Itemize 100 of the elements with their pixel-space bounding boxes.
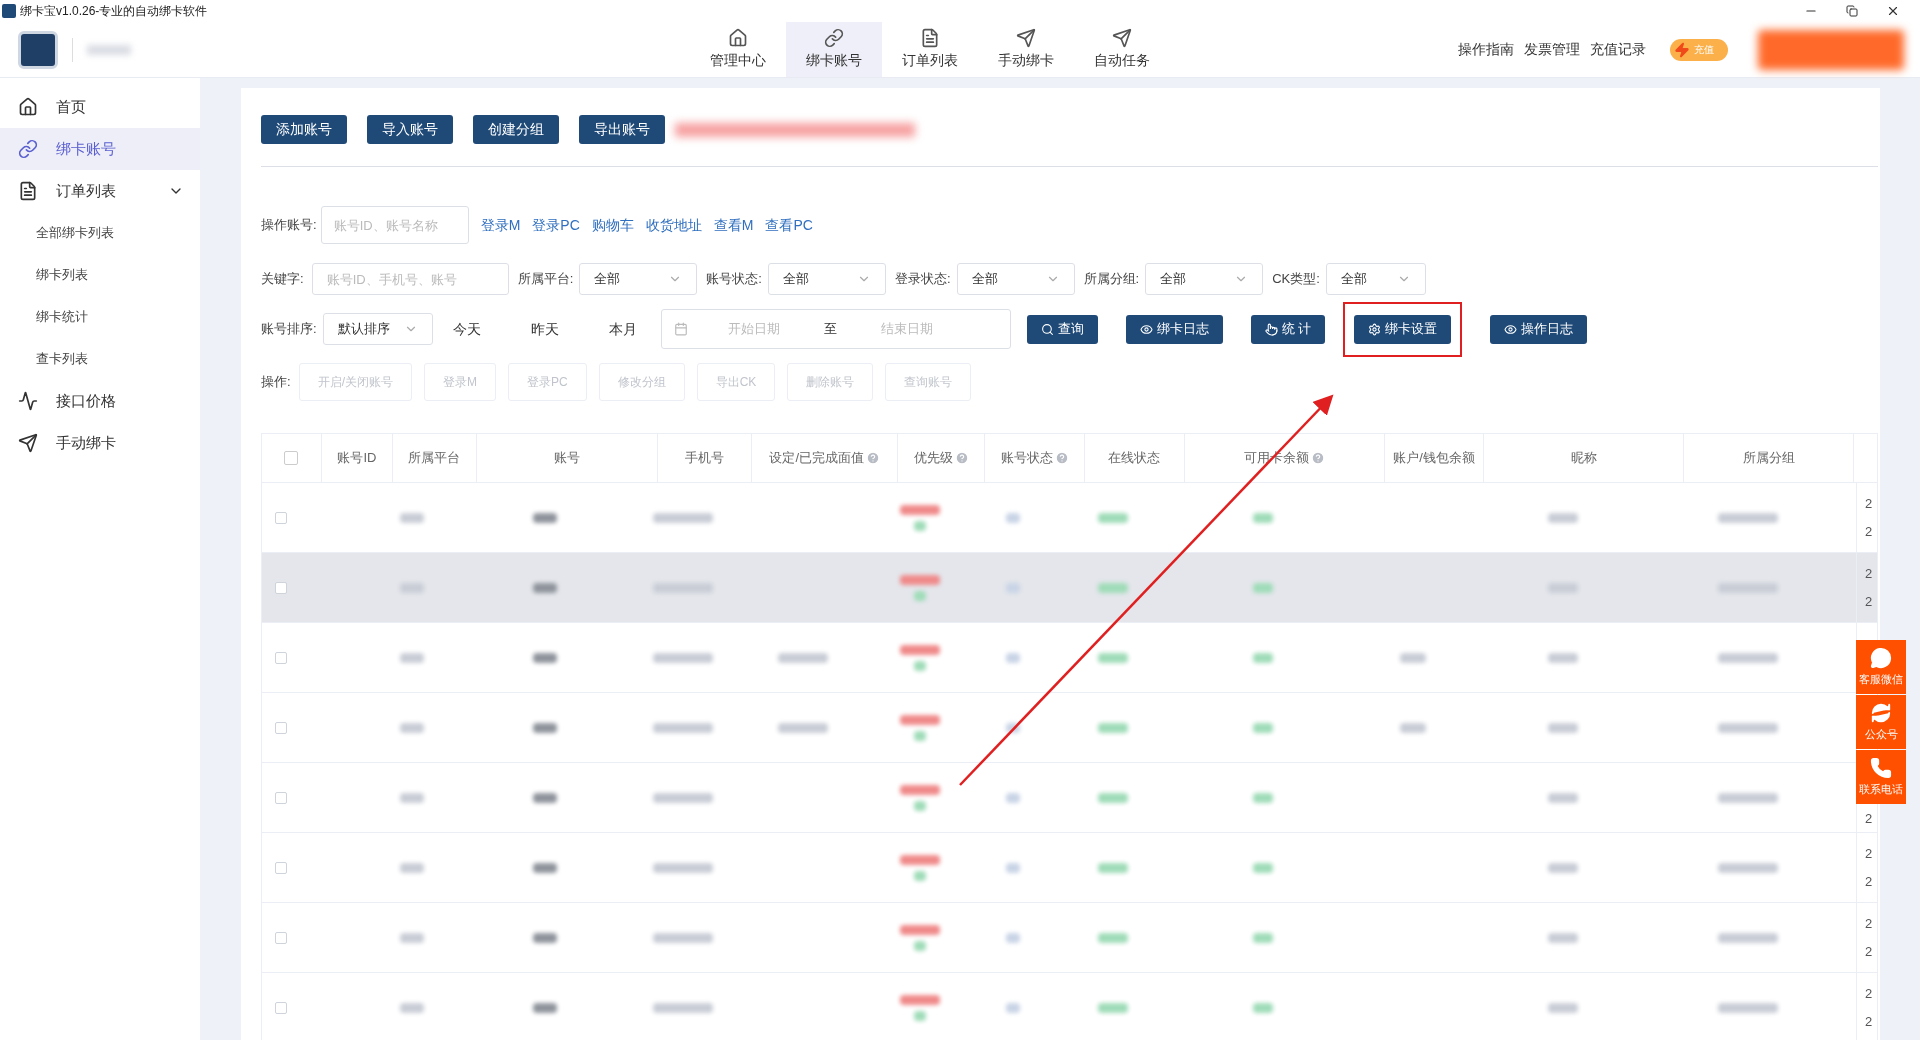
sidebar-item[interactable]: 首页 [0, 86, 200, 128]
nav-tab[interactable]: 手动绑卡 [978, 22, 1074, 77]
app-logo-icon [2, 4, 16, 18]
blurred-text [652, 1002, 713, 1013]
select-dropdown[interactable]: 全部 [579, 263, 698, 295]
table-cell-text: 2 [1865, 495, 1874, 513]
blurred-text [1548, 792, 1578, 803]
quick-date-link[interactable]: 今天 [452, 318, 483, 340]
account-link[interactable]: 查看M [713, 214, 754, 236]
checkbox[interactable] [274, 721, 287, 734]
blurred-text [1718, 652, 1778, 663]
select-dropdown[interactable]: 全部 [767, 263, 886, 295]
blurred-text [400, 652, 424, 663]
account-link[interactable]: 登录M [480, 214, 521, 236]
column-header: 账号状态 [1000, 449, 1053, 468]
action-button[interactable]: 导入账号 [367, 115, 453, 144]
table-cell-text: 2 [1865, 845, 1874, 863]
sidebar-item[interactable]: 手动绑卡 [0, 422, 200, 464]
toolbar-button[interactable]: 操作日志 [1490, 314, 1588, 344]
paper-plane-icon [18, 433, 38, 453]
column-header: 账户/钱包余额 [1393, 449, 1475, 468]
column-header: 所属平台 [408, 449, 461, 468]
keyword-input[interactable]: 账号ID、手机号、账号 [311, 263, 509, 295]
blurred-text [400, 862, 424, 873]
action-button[interactable]: 导出账号 [579, 115, 665, 144]
sidebar-item[interactable]: 订单列表 [0, 170, 200, 212]
blurred-text [1006, 722, 1020, 733]
toolbar-button[interactable]: 绑卡日志 [1125, 314, 1223, 344]
blurred-text [652, 582, 713, 593]
header-link[interactable]: 充值记录 [1590, 39, 1646, 60]
blurred-text [652, 932, 713, 943]
blurred-text [913, 800, 926, 811]
select-dropdown[interactable]: 全部 [956, 263, 1075, 295]
toolbar-button[interactable]: 统 计 [1250, 314, 1326, 344]
header-link[interactable]: 操作指南 [1458, 39, 1514, 60]
quick-date-link[interactable]: 昨天 [530, 318, 561, 340]
blurred-text [532, 1002, 557, 1013]
account-input[interactable]: 账号ID、账号名称 [320, 206, 469, 244]
table-cell-text: 2 [1865, 809, 1874, 828]
checkbox[interactable] [284, 451, 299, 465]
blurred-text [1548, 722, 1578, 733]
checkbox[interactable] [274, 931, 287, 944]
blurred-text [652, 722, 713, 733]
header-link[interactable]: 发票管理 [1524, 39, 1580, 60]
blurred-text [1718, 722, 1778, 733]
blurred-text [1400, 652, 1426, 663]
toolbar-button[interactable]: 绑卡设置 [1354, 314, 1452, 344]
select-dropdown[interactable]: 全部 [1325, 263, 1426, 295]
account-link[interactable]: 查看PC [765, 214, 813, 236]
sidebar-item[interactable]: 接口价格 [0, 380, 200, 422]
account-link[interactable]: 登录PC [532, 214, 580, 236]
quick-date-link[interactable]: 本月 [608, 318, 639, 340]
sort-dropdown[interactable]: 默认排序 [322, 313, 433, 345]
blurred-text [400, 582, 424, 593]
nav-tab[interactable]: 订单列表 [882, 22, 978, 77]
blurred-text [913, 1010, 926, 1021]
sidebar-item[interactable]: 绑卡账号 [0, 128, 200, 170]
blurred-text [1718, 862, 1778, 873]
checkbox[interactable] [274, 791, 287, 804]
blurred-text [1718, 932, 1778, 943]
blurred-text [913, 520, 926, 531]
sidebar-subitem[interactable]: 查卡列表 [0, 338, 200, 380]
blurred-text [899, 574, 940, 585]
restore-icon[interactable] [1846, 5, 1858, 17]
sidebar-subitem[interactable]: 绑卡统计 [0, 296, 200, 338]
blurred-text [1253, 722, 1273, 733]
action-button[interactable]: 创建分组 [473, 115, 559, 144]
column-header: 账号 [553, 449, 580, 468]
blurred-text [1718, 582, 1778, 593]
account-link[interactable]: 购物车 [591, 214, 634, 236]
blurred-text [913, 590, 926, 601]
blurred-text [1548, 862, 1578, 873]
blurred-text [400, 792, 424, 803]
blurred-text [1548, 512, 1578, 523]
nav-tab[interactable]: 绑卡账号 [786, 22, 882, 77]
lightning-icon [1674, 41, 1690, 58]
select-dropdown[interactable]: 全部 [1145, 263, 1264, 295]
blurred-text [532, 722, 557, 733]
nav-tab[interactable]: 管理中心 [690, 22, 786, 77]
blurred-text [1400, 722, 1426, 733]
toolbar-button[interactable]: 查询 [1026, 314, 1098, 344]
close-icon[interactable] [1886, 4, 1900, 18]
document-icon [18, 181, 38, 201]
nav-tab[interactable]: 自动任务 [1074, 22, 1170, 77]
checkbox[interactable] [274, 651, 287, 664]
sidebar-subitem[interactable]: 全部绑卡列表 [0, 212, 200, 254]
checkbox[interactable] [274, 511, 287, 524]
field-label: 操作: [261, 373, 291, 392]
blurred-text [1718, 792, 1778, 803]
date-range-field[interactable]: 开始日期 至 结束日期 [660, 309, 1011, 349]
checkbox[interactable] [274, 1001, 287, 1014]
sidebar-subitem[interactable]: 绑卡列表 [0, 254, 200, 296]
table-cell-text: 2 [1865, 592, 1874, 611]
checkbox[interactable] [274, 581, 287, 594]
action-button[interactable]: 添加账号 [261, 115, 347, 144]
account-link[interactable]: 收货地址 [645, 214, 702, 236]
blurred-text [1253, 582, 1273, 593]
blurred-text [1253, 792, 1273, 803]
checkbox[interactable] [274, 861, 287, 874]
blurred-text [1098, 652, 1128, 663]
